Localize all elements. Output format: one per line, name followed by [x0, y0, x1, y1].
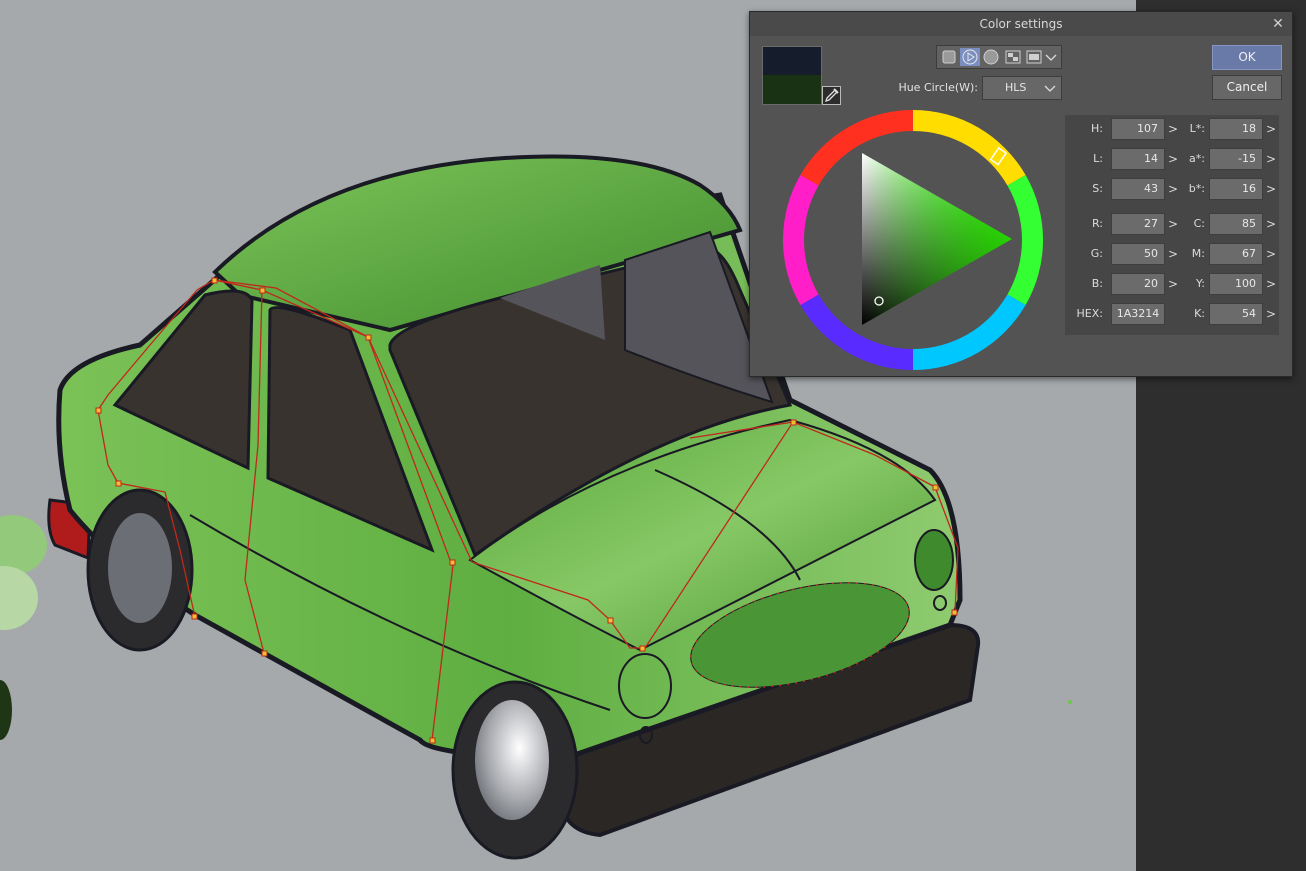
- mode-film-button[interactable]: [1024, 48, 1044, 66]
- lstar-label: L*:: [1189, 122, 1205, 135]
- k-label: K:: [1194, 307, 1205, 320]
- m-arrow-button[interactable]: >: [1266, 243, 1276, 265]
- mode-image-button[interactable]: [1003, 48, 1023, 66]
- color-values-panel: H: 107 > L: 14 > S: 43 > R: 27 > G: 50 >…: [1065, 115, 1279, 335]
- square-icon: [942, 50, 956, 64]
- y-input[interactable]: 100: [1209, 273, 1263, 295]
- m-input[interactable]: 67: [1209, 243, 1263, 265]
- hue-circle-select[interactable]: HLS: [982, 76, 1062, 100]
- h-label: H:: [1091, 122, 1103, 135]
- s-label: S:: [1092, 182, 1103, 195]
- h-input[interactable]: 107: [1111, 118, 1165, 140]
- dialog-titlebar[interactable]: Color settings: [750, 12, 1292, 36]
- y-label: Y:: [1196, 277, 1205, 290]
- chevron-down-icon: [1044, 77, 1056, 107]
- y-arrow-button[interactable]: >: [1266, 273, 1276, 295]
- bstar-arrow-button[interactable]: >: [1266, 178, 1276, 200]
- lstar-arrow-button[interactable]: >: [1266, 118, 1276, 140]
- eyedropper-button[interactable]: [822, 86, 841, 105]
- k-input[interactable]: 54: [1209, 303, 1263, 325]
- color-blob: [0, 566, 38, 630]
- k-arrow-button[interactable]: >: [1266, 303, 1276, 325]
- mode-square-button[interactable]: [939, 48, 959, 66]
- r-label: R:: [1091, 217, 1103, 230]
- close-button[interactable]: ✕: [1270, 12, 1286, 36]
- bstar-label: b*:: [1188, 182, 1205, 195]
- cancel-button[interactable]: Cancel: [1212, 75, 1282, 100]
- chevron-down-icon: [1045, 54, 1057, 61]
- hex-label: HEX:: [1076, 307, 1103, 320]
- l-label: L:: [1093, 152, 1103, 165]
- ok-button[interactable]: OK: [1212, 45, 1282, 70]
- eyedropper-icon: [824, 88, 839, 103]
- play-circle-icon: [962, 49, 978, 65]
- mode-dropdown-button[interactable]: [1043, 48, 1059, 66]
- mode-circle-button[interactable]: [981, 48, 1001, 66]
- l-input[interactable]: 14: [1111, 148, 1165, 170]
- close-icon: ✕: [1272, 16, 1284, 32]
- c-input[interactable]: 85: [1209, 213, 1263, 235]
- mode-play-button[interactable]: [960, 48, 980, 66]
- circle-icon: [983, 49, 999, 65]
- color-settings-dialog: Color settings ✕ Hue Circle(W): HLS OK C…: [749, 11, 1293, 377]
- hue-circle-value: HLS: [1005, 81, 1027, 94]
- b-input[interactable]: 20: [1111, 273, 1165, 295]
- bstar-input[interactable]: 16: [1209, 178, 1263, 200]
- hue-wheel[interactable]: [783, 110, 1043, 370]
- color-mode-toolbar: [936, 45, 1062, 69]
- image-icon: [1005, 50, 1021, 64]
- g-label: G:: [1090, 247, 1103, 260]
- color-blob: [0, 680, 12, 740]
- color-blob: [0, 515, 47, 575]
- main-color-swatch[interactable]: [762, 46, 822, 75]
- hex-input[interactable]: 1A3214: [1111, 303, 1165, 325]
- astar-arrow-button[interactable]: >: [1266, 148, 1276, 170]
- c-arrow-button[interactable]: >: [1266, 213, 1276, 235]
- astar-label: a*:: [1189, 152, 1205, 165]
- g-input[interactable]: 50: [1111, 243, 1165, 265]
- astar-input[interactable]: -15: [1209, 148, 1263, 170]
- b-label: B:: [1091, 277, 1103, 290]
- dialog-title: Color settings: [979, 17, 1063, 31]
- lstar-input[interactable]: 18: [1209, 118, 1263, 140]
- hue-circle-label: Hue Circle(W):: [898, 81, 978, 94]
- s-input[interactable]: 43: [1111, 178, 1165, 200]
- c-label: C:: [1193, 217, 1205, 230]
- film-icon: [1026, 50, 1042, 64]
- r-input[interactable]: 27: [1111, 213, 1165, 235]
- sub-color-swatch[interactable]: [762, 75, 822, 105]
- m-label: M:: [1191, 247, 1205, 260]
